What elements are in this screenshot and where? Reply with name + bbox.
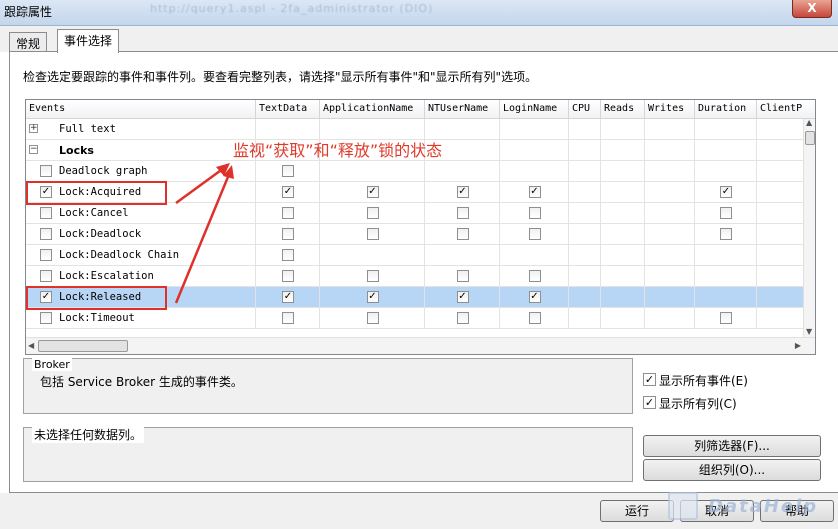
watermark-text: DataHelp (708, 496, 819, 517)
organize-columns-button[interactable]: 组织列(O)... (643, 459, 821, 481)
broker-description: 包括 Service Broker 生成的事件类。 (40, 375, 243, 389)
broker-legend: Broker (32, 358, 72, 371)
no-columns-text: 未选择任何数据列。 (32, 426, 145, 443)
event-description-box: Broker 包括 Service Broker 生成的事件类。 (23, 358, 633, 414)
column-description-box: 未选择任何数据列。 (23, 426, 633, 482)
tab-event-selection[interactable]: 事件选择 (57, 29, 120, 53)
column-filter-button[interactable]: 列筛选器(F)... (643, 435, 821, 457)
show-all-columns-label: 显示所有列(C) (659, 397, 737, 411)
arrow-line-acquired (175, 166, 225, 205)
watermark: DataHelp (668, 488, 818, 524)
show-all-events-label: 显示所有事件(E) (659, 374, 748, 388)
run-button[interactable]: 运行 (600, 500, 674, 522)
checkmark-icon[interactable]: ✓ (643, 396, 656, 409)
annotation-text: 监视“获取”和“释放”锁的状态 (233, 141, 443, 160)
watermark-logo-icon (668, 492, 698, 520)
checkmark-icon[interactable]: ✓ (643, 373, 656, 386)
arrow-line-released (174, 171, 232, 304)
